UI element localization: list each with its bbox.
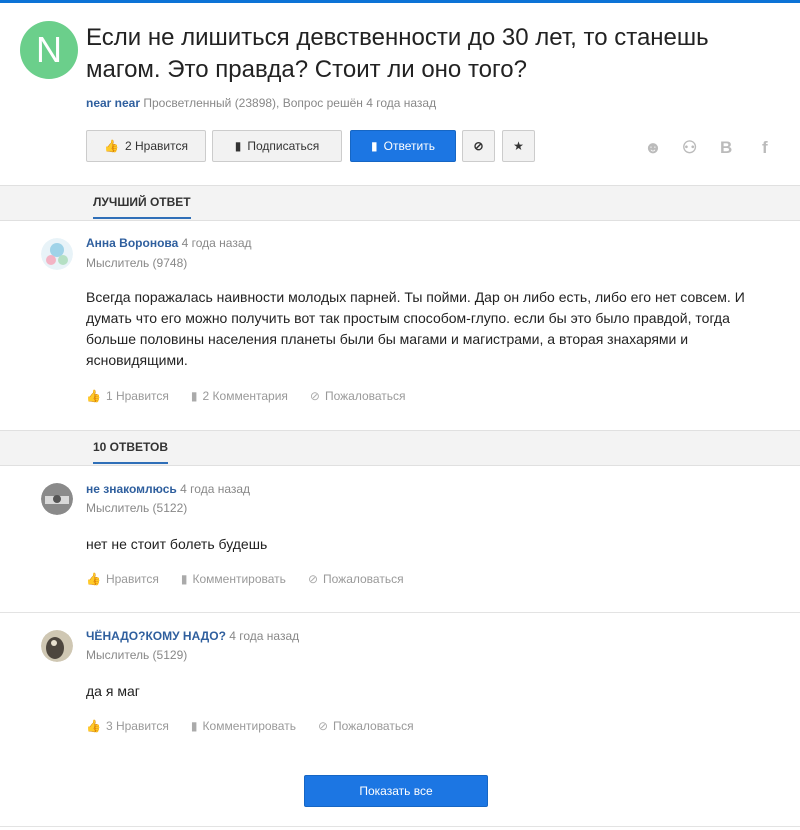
top-accent-line: [0, 0, 800, 3]
answer-author-rank: Мыслитель (5129): [86, 648, 188, 662]
answer-comment-button[interactable]: ▮ Комментировать: [181, 572, 286, 586]
avatar[interactable]: [41, 630, 73, 662]
thumbs-up-icon: 👍: [86, 719, 101, 733]
question-title: Если не лишиться девственности до 30 лет…: [86, 24, 709, 83]
ok-share-icon[interactable]: ⚇: [682, 138, 697, 158]
answer-author-rank: Мыслитель (9748): [86, 256, 188, 270]
answers-header: 10 ОТВЕТОВ: [0, 430, 800, 466]
question-author-link[interactable]: near near: [86, 96, 140, 110]
subscribe-button[interactable]: ▮ Подписаться: [212, 130, 342, 162]
answer-comment-button[interactable]: ▮ Комментировать: [191, 719, 296, 733]
answer-text: нет не стоит болеть будешь: [86, 536, 268, 552]
answer-button[interactable]: ▮ Ответить: [350, 130, 456, 162]
question-author-rank: Просветленный (23898),: [143, 96, 280, 110]
answer-author-link[interactable]: Анна Воронова: [86, 236, 178, 250]
facebook-share-icon[interactable]: f: [762, 138, 768, 158]
answer-time: 4 года назад: [181, 236, 252, 250]
report-icon: ⊘: [317, 719, 329, 733]
answer-comments-button[interactable]: ▮ 2 Комментария: [191, 389, 288, 403]
report-icon: ⊘: [307, 572, 318, 586]
answer-text: Всегда поражалась наивности молодых парн…: [86, 289, 745, 368]
like-count-label: 1 Нравится: [105, 389, 169, 403]
mail-share-icon[interactable]: ☻: [644, 138, 662, 158]
bookmark-icon: ▮: [234, 139, 242, 153]
favorite-button[interactable]: ★: [502, 130, 535, 162]
comment-icon: ▮: [190, 719, 198, 733]
star-icon: ★: [513, 139, 524, 153]
tab-best-answer[interactable]: ЛУЧШИЙ ОТВЕТ: [93, 195, 191, 219]
divider: [0, 612, 800, 613]
answer-actions: 👍 3 Нравится ▮ Комментировать ⊘ Пожаловатьс…: [86, 719, 414, 733]
answer-like-button[interactable]: 👍 3 Нравится: [86, 719, 169, 733]
vk-share-icon[interactable]: B: [720, 138, 732, 158]
question-meta: near near Просветленный (23898), Вопрос …: [86, 96, 436, 110]
avatar-image: [41, 483, 73, 515]
comment-label: Комментировать: [202, 719, 296, 733]
subscribe-label: Подписаться: [247, 139, 320, 153]
thumbs-up-icon: 👍: [104, 139, 119, 153]
comment-icon: ▮: [371, 139, 378, 153]
answer-like-button[interactable]: 👍 Нравится: [86, 572, 159, 586]
report-icon: ⊘: [309, 389, 320, 403]
answer-report-button[interactable]: ⊘ Пожаловаться: [308, 572, 404, 586]
avatar-image: [41, 630, 73, 662]
answer-time: 4 года назад: [180, 482, 251, 496]
block-icon: ⊘: [473, 139, 484, 153]
comment-icon: ▮: [180, 572, 188, 586]
show-all-button[interactable]: Показать все: [304, 775, 488, 807]
answer-author-rank: Мыслитель (5122): [86, 501, 188, 515]
like-count-label: Нравится: [105, 572, 159, 586]
report-label: Пожаловаться: [324, 389, 406, 403]
answer-author-line: не знакомлюсь 4 года назад: [86, 482, 250, 496]
author-avatar[interactable]: N: [20, 21, 78, 79]
answer-author-line: ЧЁНАДО?КОМУ НАДО? 4 года назад: [86, 629, 299, 643]
avatar[interactable]: [41, 238, 73, 270]
tab-answers[interactable]: 10 ОТВЕТОВ: [93, 440, 169, 464]
answer-author-line: Анна Воронова 4 года назад: [86, 236, 252, 250]
like-button[interactable]: 👍 2 Нравится: [86, 130, 206, 162]
answer-time: 4 года назад: [229, 629, 300, 643]
answer-author-link[interactable]: не знакомлюсь: [86, 482, 177, 496]
avatar-image: [41, 238, 73, 270]
comments-label: 2 Комментария: [202, 389, 288, 403]
report-label: Пожаловаться: [323, 572, 404, 586]
block-button[interactable]: ⊘: [462, 130, 495, 162]
report-label: Пожаловаться: [333, 719, 414, 733]
best-answer-header: ЛУЧШИЙ ОТВЕТ: [0, 185, 800, 221]
thumbs-up-icon: 👍: [86, 389, 101, 403]
like-count-label: 3 Нравится: [105, 719, 169, 733]
question-status: Вопрос решён 4 года назад: [282, 96, 437, 110]
answer-report-button[interactable]: ⊘ Пожаловаться: [310, 389, 406, 403]
answer-actions: 👍 Нравится ▮ Комментировать ⊘ Пожаловаться: [86, 572, 404, 586]
bottom-divider: [0, 826, 800, 827]
comment-icon: ▮: [190, 389, 198, 403]
answer-text: да я маг: [86, 683, 140, 699]
comment-label: Комментировать: [192, 572, 286, 586]
answer-actions: 👍 1 Нравится ▮ 2 Комментария ⊘ Пожаловаться: [86, 389, 406, 403]
answer-author-link[interactable]: ЧЁНАДО?КОМУ НАДО?: [86, 629, 226, 643]
answer-like-button[interactable]: 👍 1 Нравится: [86, 389, 169, 403]
answer-report-button[interactable]: ⊘ Пожаловаться: [318, 719, 414, 733]
thumbs-up-icon: 👍: [86, 572, 101, 586]
avatar[interactable]: [41, 483, 73, 515]
answer-label: Ответить: [383, 139, 435, 153]
like-label: 2 Нравится: [124, 139, 188, 153]
